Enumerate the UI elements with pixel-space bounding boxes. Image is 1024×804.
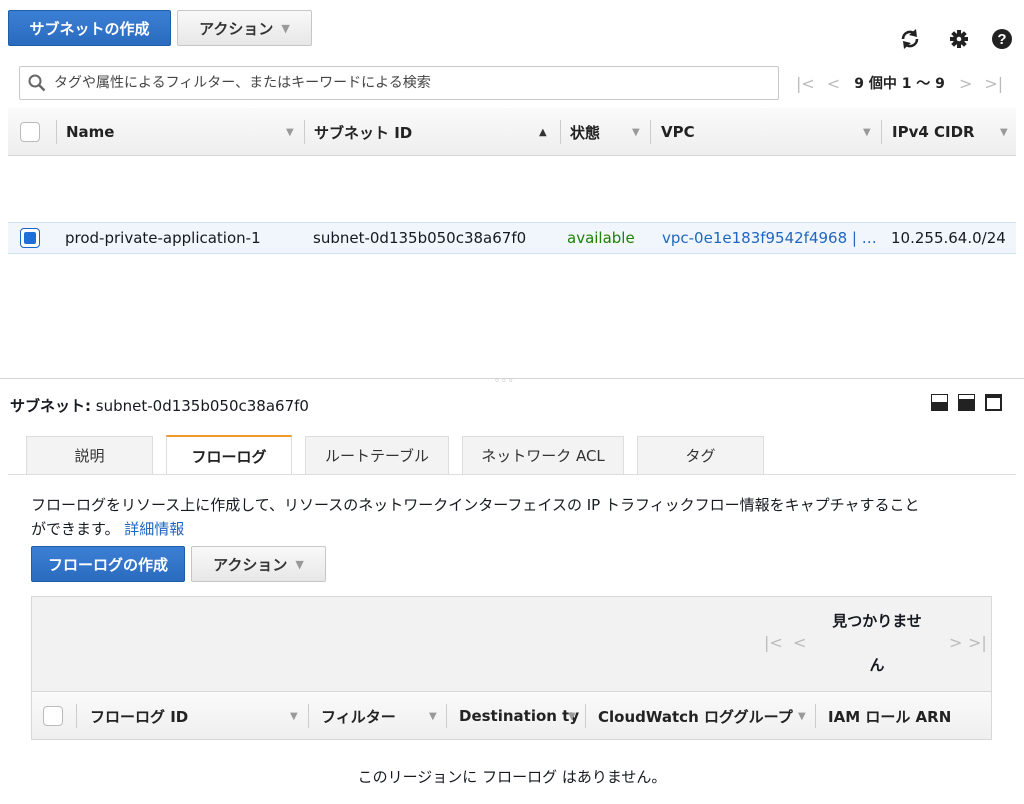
flowlog-pager-prev[interactable]: < (793, 633, 806, 652)
sort-vpc-icon[interactable]: ▼ (863, 108, 871, 156)
create-flowlog-label: フローログの作成 (47, 555, 168, 574)
next-page-icon[interactable]: > (959, 74, 972, 93)
column-header-name[interactable]: Name (66, 108, 114, 156)
tab-route-table[interactable]: ルートテーブル (305, 436, 449, 474)
refresh-icon[interactable] (897, 26, 923, 52)
detail-title-label: サブネット: (10, 397, 91, 415)
sort-name-icon[interactable]: ▼ (286, 108, 294, 156)
create-flowlog-button[interactable]: フローログの作成 (31, 546, 185, 582)
last-page-icon[interactable]: >| (984, 74, 1003, 93)
chevron-down-icon: ▼ (295, 557, 304, 571)
select-all-checkbox[interactable] (20, 122, 40, 142)
create-subnet-label: サブネットの作成 (29, 19, 150, 38)
resize-handle[interactable]: ◦◦◦ (494, 376, 515, 387)
flowlog-pager-first[interactable]: |< (764, 633, 783, 652)
tab-description[interactable]: 説明 (26, 436, 153, 474)
layout-split-icon[interactable] (958, 394, 975, 415)
flowlog-pager-next[interactable]: > (949, 633, 962, 652)
column-header-state[interactable]: 状態 (570, 108, 600, 156)
sort-subnet-id-icon[interactable]: ▲ (539, 108, 547, 156)
flowlog-pager-last[interactable]: >| (968, 633, 987, 652)
cell-vpc-link[interactable]: vpc-0e1e183f9542f4968 | … (662, 223, 877, 253)
help-icon[interactable]: ? (989, 26, 1015, 52)
cell-state: available (567, 229, 635, 247)
search-box[interactable] (19, 66, 779, 100)
actions-label: アクション (199, 19, 274, 38)
create-subnet-button[interactable]: サブネットの作成 (8, 10, 171, 46)
prev-page-icon[interactable]: < (827, 74, 840, 93)
gear-icon[interactable] (946, 26, 972, 52)
flowlog-table: |< < 見つかりませ ん > >| フローログ ID ▼ フィルター ▼ De… (31, 596, 992, 740)
sort-flowlog-id-icon[interactable]: ▼ (290, 692, 298, 740)
flowlog-actions-label: アクション (213, 555, 288, 574)
pagination: |< < 9 個中 1 〜 9 > >| (790, 66, 1009, 100)
empty-message: このリージョンに フローログ はありません。 (357, 768, 667, 786)
tab-tags[interactable]: タグ (637, 436, 764, 474)
detail-title: サブネット: subnet-0d135b050c38a67f0 (10, 395, 309, 416)
column-header-cloudwatch-log-group[interactable]: CloudWatch ロググループ (598, 692, 793, 740)
column-header-destination-type[interactable]: Destination ty (459, 692, 579, 740)
row-checkbox[interactable] (20, 228, 40, 248)
column-header-vpc[interactable]: VPC (661, 108, 695, 156)
sort-cloudwatch-icon[interactable]: ▼ (798, 692, 806, 740)
tab-flow-logs[interactable]: フローログ (166, 435, 292, 475)
cell-ipv4-cidr: 10.255.64.0/24 (891, 229, 1006, 247)
sort-state-icon[interactable]: ▼ (632, 108, 640, 156)
search-icon (28, 74, 46, 92)
column-header-filter[interactable]: フィルター (321, 692, 396, 740)
chevron-down-icon: ▼ (281, 21, 290, 35)
tab-baseline (8, 474, 1016, 475)
flowlog-actions-button[interactable]: アクション ▼ (191, 546, 326, 582)
sort-destination-icon[interactable]: ▼ (568, 692, 576, 740)
sort-ipv4-icon[interactable]: ▼ (1000, 108, 1008, 156)
layout-bottom-icon[interactable] (931, 394, 948, 415)
column-header-subnet-id[interactable]: サブネット ID (314, 108, 412, 156)
detail-title-value: subnet-0d135b050c38a67f0 (95, 397, 309, 415)
svg-text:?: ? (997, 31, 1006, 48)
flowlog-table-header: フローログ ID ▼ フィルター ▼ Destination ty ▼ Clou… (32, 691, 991, 739)
actions-button[interactable]: アクション ▼ (177, 10, 312, 46)
cell-subnet-id: subnet-0d135b050c38a67f0 (313, 229, 527, 247)
subnet-table-header: Name ▼ サブネット ID ▲ 状態 ▼ VPC ▼ IPv4 CIDR ▼ (8, 108, 1016, 156)
table-row[interactable]: prod-private-application-1 subnet-0d135b… (8, 222, 1016, 254)
sort-filter-icon[interactable]: ▼ (429, 692, 437, 740)
column-header-flowlog-id[interactable]: フローログ ID (90, 692, 188, 740)
first-page-icon[interactable]: |< (796, 74, 815, 93)
flowlog-description: フローログをリソース上に作成して、リソースのネットワークインターフェイスの IP… (31, 496, 920, 538)
flowlog-pager-status: 見つかりませ ん (832, 612, 922, 674)
flowlog-select-all-checkbox[interactable] (43, 706, 63, 726)
column-header-ipv4-cidr[interactable]: IPv4 CIDR (892, 108, 975, 156)
column-header-iam-role-arn[interactable]: IAM ロール ARN (828, 692, 951, 740)
cell-name: prod-private-application-1 (65, 229, 261, 247)
layout-full-icon[interactable] (985, 394, 1002, 415)
search-input[interactable] (52, 74, 752, 92)
pagination-count: 9 個中 1 〜 9 (854, 76, 945, 92)
learn-more-link[interactable]: 詳細情報 (124, 520, 184, 538)
tab-network-acl[interactable]: ネットワーク ACL (462, 436, 624, 474)
